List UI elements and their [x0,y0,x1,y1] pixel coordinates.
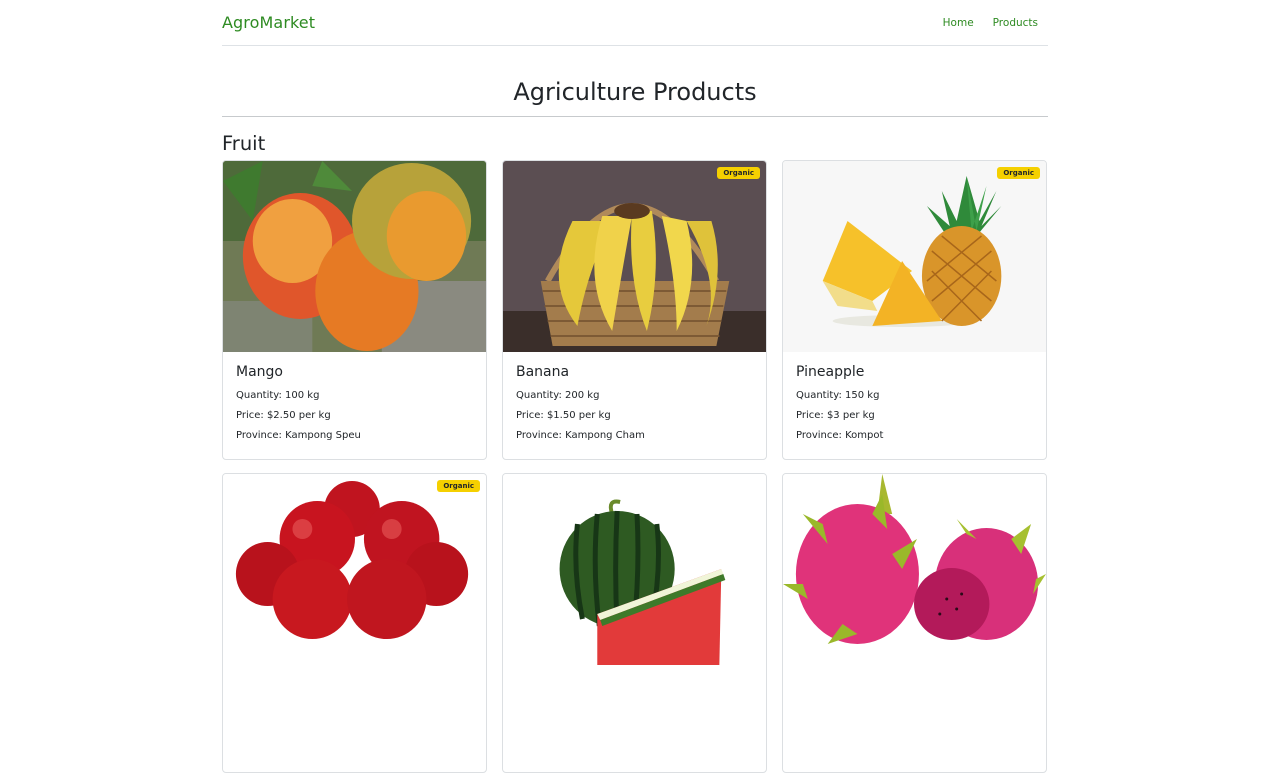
organic-badge: Organic [717,167,760,179]
product-card-mango[interactable]: Mango Quantity: 100 kg Price: $2.50 per … [222,160,487,460]
product-province: Province: Kompot [796,430,884,441]
nav-link-products[interactable]: Products [993,17,1038,29]
product-card-dragon-fruit[interactable] [782,473,1047,773]
product-name: Mango [236,364,283,380]
organic-badge: Organic [997,167,1040,179]
nav-links: Home Products [924,17,1038,29]
section-title-fruit: Fruit [222,132,266,155]
product-quantity: Quantity: 100 kg [236,390,320,401]
card-body: Mango Quantity: 100 kg Price: $2.50 per … [223,352,486,459]
product-province: Province: Kampong Cham [516,430,645,441]
product-quantity: Quantity: 200 kg [516,390,600,401]
nav-link-home[interactable]: Home [943,17,974,29]
brand-logo-link[interactable]: AgroMarket [222,13,315,32]
navbar: AgroMarket Home Products [222,0,1048,46]
card-body [783,665,1046,772]
card-body: Banana Quantity: 200 kg Price: $1.50 per… [503,352,766,459]
pineapple-image: Organic [783,161,1046,352]
product-price: Price: $1.50 per kg [516,410,611,421]
card-body: Pineapple Quantity: 150 kg Price: $3 per… [783,352,1046,459]
product-card-pineapple[interactable]: Organic Pineapple Quantity: 150 kg Price… [782,160,1047,460]
organic-badge: Organic [437,480,480,492]
apple-image: Organic [223,474,486,665]
page-container: AgroMarket Home Products Agriculture Pro… [222,0,1048,773]
product-province: Province: Kampong Speu [236,430,361,441]
mango-image [223,161,486,352]
page-title: Agriculture Products [222,78,1048,117]
product-card-banana[interactable]: Organic Banana Quantity: 200 kg Price: $… [502,160,767,460]
product-price: Price: $2.50 per kg [236,410,331,421]
card-body [223,665,486,772]
card-body [503,665,766,772]
watermelon-image [503,474,766,665]
banana-image: Organic [503,161,766,352]
product-price: Price: $3 per kg [796,410,875,421]
dragon-fruit-image [783,474,1046,665]
product-name: Banana [516,364,570,380]
product-card-watermelon[interactable] [502,473,767,773]
product-name: Pineapple [796,364,865,380]
product-card-apple[interactable]: Organic [222,473,487,773]
product-quantity: Quantity: 150 kg [796,390,880,401]
product-grid: Mango Quantity: 100 kg Price: $2.50 per … [222,160,1048,773]
